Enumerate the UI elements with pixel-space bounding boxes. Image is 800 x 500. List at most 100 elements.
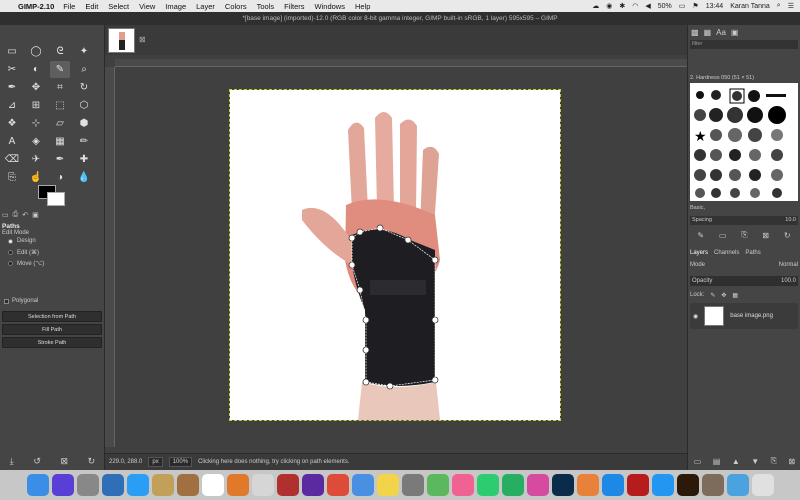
foreground-select-icon[interactable]: ◐ bbox=[26, 61, 46, 78]
mode-select[interactable]: Normal bbox=[779, 262, 798, 272]
folder-icon[interactable] bbox=[726, 474, 749, 496]
text-icon[interactable]: A bbox=[2, 133, 22, 150]
lock-position-icon[interactable]: ✥ bbox=[721, 292, 726, 299]
reset-icon[interactable]: ↺ bbox=[33, 456, 41, 467]
color-picker-icon[interactable]: ✒ bbox=[2, 79, 22, 96]
image-thumbnail[interactable] bbox=[108, 28, 135, 53]
brush-filter-input[interactable]: filter bbox=[690, 40, 798, 49]
launchpad-icon[interactable] bbox=[76, 474, 99, 496]
tab-channels[interactable]: Channels bbox=[714, 250, 739, 256]
folder-icon[interactable]: ▤ bbox=[713, 457, 721, 466]
mode-design-radio[interactable]: Design bbox=[8, 238, 36, 244]
image-canvas[interactable] bbox=[229, 89, 561, 421]
menu-edit[interactable]: Edit bbox=[85, 2, 98, 11]
itunes-icon[interactable] bbox=[526, 474, 549, 496]
measure-icon[interactable]: ⊿ bbox=[2, 97, 22, 114]
notes-app-icon[interactable] bbox=[151, 474, 174, 496]
menu-view[interactable]: View bbox=[139, 2, 155, 11]
restore-icon[interactable]: ↻ bbox=[88, 456, 96, 467]
unit-select[interactable]: px bbox=[148, 457, 163, 467]
illustrator-icon[interactable] bbox=[676, 474, 699, 496]
books-icon[interactable] bbox=[226, 474, 249, 496]
selection-from-path-button[interactable]: Selection from Path bbox=[2, 311, 102, 322]
move-icon[interactable]: ✥ bbox=[26, 79, 46, 96]
eye-icon[interactable]: ◉ bbox=[606, 2, 612, 10]
app-menu[interactable]: GIMP-2.10 bbox=[18, 2, 54, 11]
tab-layers[interactable]: Layers bbox=[690, 250, 708, 256]
chrome-icon[interactable] bbox=[326, 474, 349, 496]
menu-file[interactable]: File bbox=[63, 2, 75, 11]
stickies-icon[interactable] bbox=[251, 474, 274, 496]
color-swatches[interactable] bbox=[38, 185, 68, 211]
calendar-icon[interactable] bbox=[201, 474, 224, 496]
scissors-icon[interactable]: ✂ bbox=[2, 61, 22, 78]
layer-item[interactable]: ◉ base image.png bbox=[690, 303, 798, 329]
document-history-icon[interactable]: ▣ bbox=[731, 28, 739, 37]
opacity-slider[interactable]: Opacity 100.0 bbox=[690, 276, 798, 286]
menu-tools[interactable]: Tools bbox=[257, 2, 275, 11]
rect-select-icon[interactable]: ▭ bbox=[2, 43, 22, 60]
cloud-icon[interactable]: ☁ bbox=[592, 2, 599, 10]
tool-options-tab-icon[interactable]: ▭ bbox=[2, 211, 9, 221]
duplicate-brush-icon[interactable]: ⎘ bbox=[741, 230, 747, 240]
new-brush-icon[interactable]: ▭ bbox=[719, 231, 727, 240]
delete-icon[interactable]: ⊠ bbox=[61, 456, 69, 467]
zoom-select[interactable]: 100% bbox=[168, 457, 193, 467]
delete-layer-icon[interactable]: ⊠ bbox=[789, 457, 796, 466]
eraser-icon[interactable]: ⌫ bbox=[2, 151, 22, 168]
photos-preview-icon[interactable] bbox=[101, 474, 124, 496]
lock-pixels-icon[interactable]: ✎ bbox=[710, 292, 715, 299]
device-status-tab-icon[interactable]: ⎙ bbox=[13, 211, 19, 221]
crop-icon[interactable]: ⌗ bbox=[50, 79, 70, 96]
vertical-ruler[interactable] bbox=[105, 67, 115, 447]
finder-icon[interactable] bbox=[26, 474, 49, 496]
blur-icon[interactable]: 💧 bbox=[74, 169, 94, 186]
brush-grid[interactable]: ★ bbox=[690, 83, 798, 201]
menu-filters[interactable]: Filters bbox=[284, 2, 304, 11]
notebook-icon[interactable] bbox=[176, 474, 199, 496]
airbrush-icon[interactable]: ✈ bbox=[26, 151, 46, 168]
ellipse-select-icon[interactable]: ◯ bbox=[26, 43, 46, 60]
raise-layer-icon[interactable]: ▲ bbox=[732, 457, 740, 466]
search-icon[interactable]: ⌕ bbox=[777, 2, 781, 10]
siri-icon[interactable] bbox=[51, 474, 74, 496]
new-layer-icon[interactable]: ▭ bbox=[694, 457, 702, 466]
ink-icon[interactable]: ✒ bbox=[50, 151, 70, 168]
wifi-icon[interactable]: ◠ bbox=[632, 2, 638, 10]
battery-percent[interactable]: 50% bbox=[658, 3, 672, 10]
lock-alpha-icon[interactable]: ▦ bbox=[732, 292, 738, 299]
undo-history-tab-icon[interactable]: ↶ bbox=[22, 211, 28, 221]
refresh-brush-icon[interactable]: ↻ bbox=[784, 231, 791, 240]
sync-icon[interactable] bbox=[651, 474, 674, 496]
notes-icon[interactable] bbox=[376, 474, 399, 496]
trash-icon[interactable] bbox=[751, 474, 774, 496]
clone-icon[interactable]: ⎘ bbox=[2, 169, 22, 186]
user-name[interactable]: Karan Tanna bbox=[730, 3, 770, 10]
mode-move-radio[interactable]: Move (⌥) bbox=[8, 260, 44, 267]
zoom-icon[interactable]: ⌕ bbox=[74, 61, 94, 78]
dodge-burn-icon[interactable]: ◑ bbox=[50, 169, 70, 186]
flag-icon[interactable]: ⚑ bbox=[692, 2, 698, 10]
perspective-icon[interactable]: ▱ bbox=[50, 115, 70, 132]
cards-icon[interactable] bbox=[276, 474, 299, 496]
brush-preset[interactable]: Basic, bbox=[690, 205, 705, 211]
lasso-icon[interactable]: ᘓ bbox=[50, 43, 70, 60]
facetime-icon[interactable] bbox=[501, 474, 524, 496]
save-options-icon[interactable]: ⤓ bbox=[10, 456, 14, 467]
magic-wand-icon[interactable]: ✦ bbox=[74, 43, 94, 60]
delete-brush-icon[interactable]: ⊠ bbox=[762, 231, 769, 240]
acrobat-icon[interactable] bbox=[626, 474, 649, 496]
menu-windows[interactable]: Windows bbox=[315, 2, 345, 11]
heal-icon[interactable]: ✚ bbox=[74, 151, 94, 168]
patterns-tab-icon[interactable]: ▦ bbox=[704, 28, 712, 37]
ibooks-icon[interactable] bbox=[576, 474, 599, 496]
visibility-eye-icon[interactable]: ◉ bbox=[693, 313, 698, 320]
bucket-fill-icon[interactable]: ◈ bbox=[26, 133, 46, 150]
app-store-icon[interactable] bbox=[601, 474, 624, 496]
photoshop-icon[interactable] bbox=[551, 474, 574, 496]
mode-edit-radio[interactable]: Edit (⌘) bbox=[8, 249, 39, 256]
images-tab-icon[interactable]: ▣ bbox=[32, 211, 39, 221]
duplicate-layer-icon[interactable]: ⎘ bbox=[771, 456, 777, 466]
menu-select[interactable]: Select bbox=[108, 2, 129, 11]
menu-image[interactable]: Image bbox=[165, 2, 186, 11]
